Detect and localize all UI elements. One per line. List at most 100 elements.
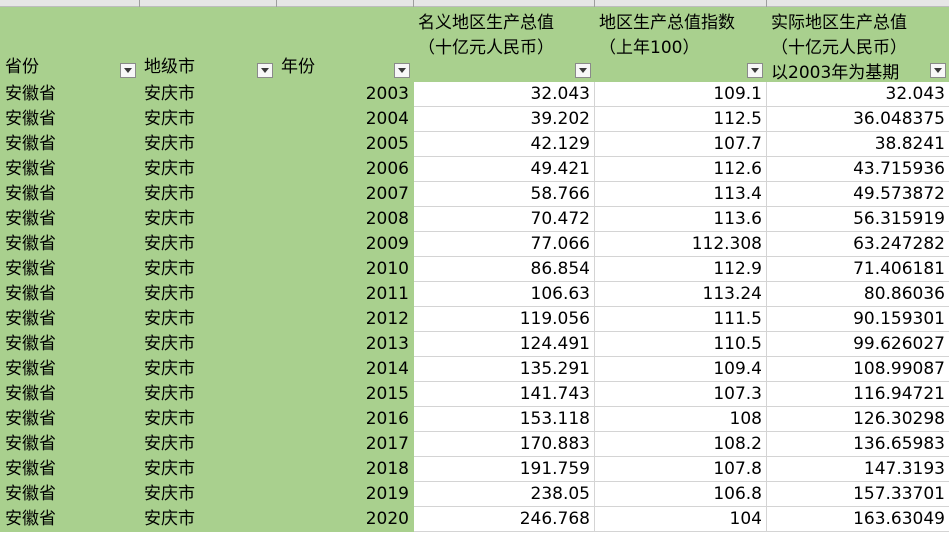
province-cell[interactable]: 安徽省	[0, 131, 140, 157]
nominal-gdp-cell[interactable]: 246.768	[413, 506, 595, 532]
year-cell[interactable]: 2007	[276, 181, 414, 207]
nominal-gdp-cell[interactable]: 58.766	[413, 181, 595, 207]
year-cell[interactable]: 2014	[276, 356, 414, 382]
gdp-index-cell[interactable]: 104	[594, 506, 767, 532]
year-cell[interactable]: 2015	[276, 381, 414, 407]
header-real-gdp[interactable]: 实际地区生产总值 （十亿元人民币） 以2003年为基期	[766, 7, 949, 82]
column-separator[interactable]	[139, 0, 140, 7]
year-cell[interactable]: 2017	[276, 431, 414, 457]
year-cell[interactable]: 2011	[276, 281, 414, 307]
nominal-gdp-cell[interactable]: 42.129	[413, 131, 595, 157]
city-cell[interactable]: 安庆市	[139, 156, 277, 182]
nominal-gdp-cell[interactable]: 119.056	[413, 306, 595, 332]
gdp-index-cell[interactable]: 108.2	[594, 431, 767, 457]
column-header-strip[interactable]	[0, 0, 949, 7]
column-separator[interactable]	[413, 0, 414, 7]
real-gdp-cell[interactable]: 126.30298	[766, 406, 949, 432]
nominal-gdp-cell[interactable]: 153.118	[413, 406, 595, 432]
year-cell[interactable]: 2005	[276, 131, 414, 157]
city-cell[interactable]: 安庆市	[139, 406, 277, 432]
province-cell[interactable]: 安徽省	[0, 281, 140, 307]
province-cell[interactable]: 安徽省	[0, 231, 140, 257]
column-separator[interactable]	[276, 0, 277, 7]
province-cell[interactable]: 安徽省	[0, 331, 140, 357]
province-cell[interactable]: 安徽省	[0, 181, 140, 207]
province-cell[interactable]: 安徽省	[0, 106, 140, 132]
real-gdp-cell[interactable]: 43.715936	[766, 156, 949, 182]
year-cell[interactable]: 2009	[276, 231, 414, 257]
year-cell[interactable]: 2018	[276, 456, 414, 482]
nominal-gdp-cell[interactable]: 70.472	[413, 206, 595, 232]
city-cell[interactable]: 安庆市	[139, 131, 277, 157]
city-cell[interactable]: 安庆市	[139, 256, 277, 282]
gdp-index-cell[interactable]: 113.24	[594, 281, 767, 307]
city-cell[interactable]: 安庆市	[139, 181, 277, 207]
city-cell[interactable]: 安庆市	[139, 231, 277, 257]
column-separator[interactable]	[594, 0, 595, 7]
gdp-index-cell[interactable]: 113.4	[594, 181, 767, 207]
city-cell[interactable]: 安庆市	[139, 206, 277, 232]
filter-dropdown-icon[interactable]	[257, 63, 273, 78]
city-cell[interactable]: 安庆市	[139, 331, 277, 357]
province-cell[interactable]: 安徽省	[0, 481, 140, 507]
province-cell[interactable]: 安徽省	[0, 431, 140, 457]
city-cell[interactable]: 安庆市	[139, 431, 277, 457]
real-gdp-cell[interactable]: 49.573872	[766, 181, 949, 207]
nominal-gdp-cell[interactable]: 135.291	[413, 356, 595, 382]
real-gdp-cell[interactable]: 157.33701	[766, 481, 949, 507]
real-gdp-cell[interactable]: 80.86036	[766, 281, 949, 307]
nominal-gdp-cell[interactable]: 77.066	[413, 231, 595, 257]
nominal-gdp-cell[interactable]: 49.421	[413, 156, 595, 182]
province-cell[interactable]: 安徽省	[0, 356, 140, 382]
gdp-index-cell[interactable]: 107.8	[594, 456, 767, 482]
column-separator[interactable]	[766, 0, 767, 7]
gdp-index-cell[interactable]: 109.4	[594, 356, 767, 382]
gdp-index-cell[interactable]: 112.6	[594, 156, 767, 182]
nominal-gdp-cell[interactable]: 170.883	[413, 431, 595, 457]
real-gdp-cell[interactable]: 147.3193	[766, 456, 949, 482]
real-gdp-cell[interactable]: 108.99087	[766, 356, 949, 382]
year-cell[interactable]: 2008	[276, 206, 414, 232]
year-cell[interactable]: 2012	[276, 306, 414, 332]
real-gdp-cell[interactable]: 36.048375	[766, 106, 949, 132]
real-gdp-cell[interactable]: 38.8241	[766, 131, 949, 157]
city-cell[interactable]: 安庆市	[139, 106, 277, 132]
gdp-index-cell[interactable]: 106.8	[594, 481, 767, 507]
real-gdp-cell[interactable]: 56.315919	[766, 206, 949, 232]
city-cell[interactable]: 安庆市	[139, 481, 277, 507]
nominal-gdp-cell[interactable]: 238.05	[413, 481, 595, 507]
gdp-index-cell[interactable]: 112.308	[594, 231, 767, 257]
year-cell[interactable]: 2006	[276, 156, 414, 182]
year-cell[interactable]: 2010	[276, 256, 414, 282]
real-gdp-cell[interactable]: 163.63049	[766, 506, 949, 532]
real-gdp-cell[interactable]: 116.94721	[766, 381, 949, 407]
province-cell[interactable]: 安徽省	[0, 256, 140, 282]
nominal-gdp-cell[interactable]: 141.743	[413, 381, 595, 407]
filter-dropdown-icon[interactable]	[575, 63, 591, 78]
gdp-index-cell[interactable]: 107.3	[594, 381, 767, 407]
real-gdp-cell[interactable]: 136.65983	[766, 431, 949, 457]
header-nominal-gdp[interactable]: 名义地区生产总值 （十亿元人民币）	[413, 7, 595, 82]
nominal-gdp-cell[interactable]: 39.202	[413, 106, 595, 132]
city-cell[interactable]: 安庆市	[139, 81, 277, 107]
province-cell[interactable]: 安徽省	[0, 156, 140, 182]
city-cell[interactable]: 安庆市	[139, 306, 277, 332]
real-gdp-cell[interactable]: 99.626027	[766, 331, 949, 357]
province-cell[interactable]: 安徽省	[0, 81, 140, 107]
nominal-gdp-cell[interactable]: 86.854	[413, 256, 595, 282]
header-city[interactable]: 地级市	[139, 7, 277, 82]
city-cell[interactable]: 安庆市	[139, 356, 277, 382]
gdp-index-cell[interactable]: 109.1	[594, 81, 767, 107]
city-cell[interactable]: 安庆市	[139, 456, 277, 482]
city-cell[interactable]: 安庆市	[139, 506, 277, 532]
header-gdp-index[interactable]: 地区生产总值指数 （上年100）	[594, 7, 767, 82]
header-year[interactable]: 年份	[276, 7, 414, 82]
province-cell[interactable]: 安徽省	[0, 406, 140, 432]
province-cell[interactable]: 安徽省	[0, 206, 140, 232]
gdp-index-cell[interactable]: 110.5	[594, 331, 767, 357]
city-cell[interactable]: 安庆市	[139, 281, 277, 307]
province-cell[interactable]: 安徽省	[0, 381, 140, 407]
year-cell[interactable]: 2019	[276, 481, 414, 507]
year-cell[interactable]: 2003	[276, 81, 414, 107]
year-cell[interactable]: 2013	[276, 331, 414, 357]
